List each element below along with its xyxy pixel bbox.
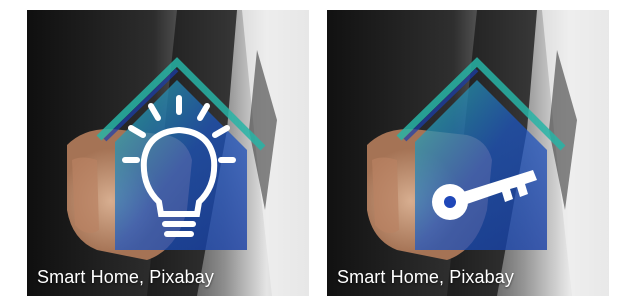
smart-home-key-image: [327, 10, 609, 296]
gallery-card-key[interactable]: Smart Home, Pixabay: [327, 10, 609, 296]
image-caption: Smart Home, Pixabay: [337, 267, 514, 287]
image-caption: Smart Home, Pixabay: [37, 267, 214, 287]
gallery-card-lightbulb[interactable]: Smart Home, Pixabay: [27, 10, 309, 296]
image-gallery: Smart Home, Pixabay Smart Home, Pixabay: [0, 0, 617, 299]
smart-home-lightbulb-image: [27, 10, 309, 296]
